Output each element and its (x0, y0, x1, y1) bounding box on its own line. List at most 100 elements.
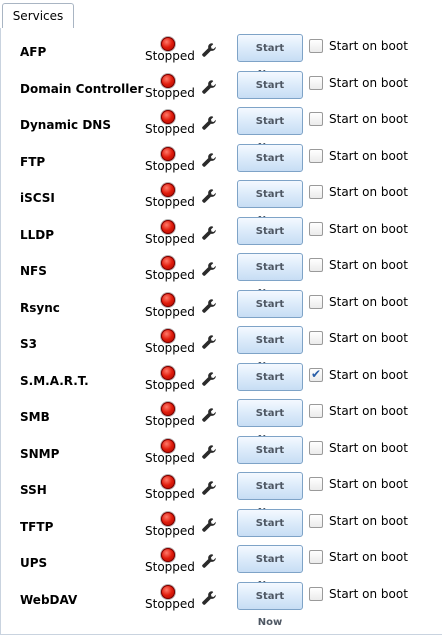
start-on-boot-checkbox[interactable]: ✔ (309, 367, 323, 382)
service-row: FTP Stopped Start Now Start on boot (1, 144, 442, 190)
wrench-icon[interactable] (201, 42, 217, 58)
service-row: iSCSI Stopped Start Now Start on boot (1, 180, 442, 226)
service-name: SNMP (20, 447, 60, 461)
wrench-icon[interactable] (201, 225, 217, 241)
start-on-boot-label[interactable]: Start on boot (329, 113, 408, 125)
service-row: AFP Stopped Start Now Start on boot (1, 34, 442, 80)
start-on-boot-label[interactable]: Start on boot (329, 551, 408, 563)
start-now-button[interactable]: Start Now (237, 180, 303, 226)
start-on-boot-label[interactable]: Start on boot (329, 296, 408, 308)
service-status: Stopped (145, 341, 195, 355)
start-now-button[interactable]: Start Now (237, 290, 303, 336)
start-now-button[interactable]: Start Now (237, 545, 303, 591)
start-on-boot-checkbox[interactable] (309, 222, 323, 236)
service-status: Stopped (145, 159, 195, 173)
service-row: Rsync Stopped Start Now Start on boot (1, 290, 442, 336)
service-name: NFS (20, 264, 47, 278)
wrench-icon[interactable] (201, 334, 217, 350)
tab-bar: Services (0, 0, 442, 29)
wrench-icon[interactable] (201, 444, 217, 460)
start-on-boot-checkbox[interactable] (309, 331, 323, 345)
wrench-icon[interactable] (201, 261, 217, 277)
service-name: SSH (20, 483, 47, 497)
service-name: S.M.A.R.T. (20, 374, 89, 388)
wrench-icon[interactable] (201, 480, 217, 496)
start-on-boot-checkbox[interactable] (309, 258, 323, 272)
service-status: Stopped (145, 122, 195, 136)
service-status: Stopped (145, 560, 195, 574)
service-row: TFTP Stopped Start Now Start on boot (1, 509, 442, 555)
service-row: SMB Stopped Start Now Start on boot (1, 399, 442, 445)
start-now-button[interactable]: Start Now (237, 253, 303, 299)
wrench-icon[interactable] (201, 115, 217, 131)
start-on-boot-checkbox[interactable] (309, 39, 323, 53)
start-on-boot-label[interactable]: Start on boot (329, 588, 408, 600)
service-status: Stopped (145, 232, 195, 246)
service-name: S3 (20, 337, 37, 351)
start-on-boot-checkbox[interactable] (309, 550, 323, 564)
service-name: AFP (20, 45, 47, 59)
service-status: Stopped (145, 86, 195, 100)
wrench-icon[interactable] (201, 298, 217, 314)
service-status: Stopped (145, 268, 195, 282)
start-on-boot-checkbox[interactable] (309, 295, 323, 309)
service-status: Stopped (145, 451, 195, 465)
start-now-button[interactable]: Start Now (237, 326, 303, 372)
start-on-boot-label[interactable]: Start on boot (329, 442, 408, 454)
start-on-boot-label[interactable]: Start on boot (329, 223, 408, 235)
start-now-button[interactable]: Start Now (237, 436, 303, 482)
start-now-button[interactable]: Start Now (237, 34, 303, 80)
service-row: NFS Stopped Start Now Start on boot (1, 253, 442, 299)
service-name: iSCSI (20, 191, 55, 205)
start-now-button[interactable]: Start Now (237, 107, 303, 153)
start-on-boot-checkbox[interactable] (309, 112, 323, 126)
service-status: Stopped (145, 597, 195, 611)
start-now-button[interactable]: Start Now (237, 399, 303, 445)
start-now-button[interactable]: Start Now (237, 363, 303, 409)
service-name: TFTP (20, 520, 54, 534)
start-on-boot-checkbox[interactable] (309, 477, 323, 491)
start-on-boot-label[interactable]: Start on boot (329, 77, 408, 89)
service-status: Stopped (145, 49, 195, 63)
wrench-icon[interactable] (201, 79, 217, 95)
start-now-button[interactable]: Start Now (237, 217, 303, 263)
start-on-boot-label[interactable]: Start on boot (329, 332, 408, 344)
service-status: Stopped (145, 378, 195, 392)
start-on-boot-checkbox[interactable] (309, 441, 323, 455)
start-on-boot-checkbox[interactable] (309, 514, 323, 528)
start-on-boot-checkbox[interactable] (309, 76, 323, 90)
service-name: SMB (20, 410, 50, 424)
wrench-icon[interactable] (201, 590, 217, 606)
wrench-icon[interactable] (201, 553, 217, 569)
service-name: WebDAV (20, 593, 78, 607)
start-on-boot-label[interactable]: Start on boot (329, 515, 408, 527)
wrench-icon[interactable] (201, 517, 217, 533)
start-now-button[interactable]: Start Now (237, 71, 303, 117)
service-name: Domain Controller (20, 82, 144, 96)
start-on-boot-label[interactable]: Start on boot (329, 405, 408, 417)
start-on-boot-label[interactable]: Start on boot (329, 259, 408, 271)
wrench-icon[interactable] (201, 188, 217, 204)
service-row: S.M.A.R.T. Stopped Start Now ✔ Start on boot (1, 363, 442, 409)
start-on-boot-label[interactable]: Start on boot (329, 40, 408, 52)
start-on-boot-label[interactable]: Start on boot (329, 150, 408, 162)
start-now-button[interactable]: Start Now (237, 472, 303, 518)
start-on-boot-checkbox[interactable] (309, 149, 323, 163)
start-on-boot-checkbox[interactable] (309, 404, 323, 418)
service-name: FTP (20, 155, 46, 169)
start-on-boot-label[interactable]: Start on boot (329, 478, 408, 490)
start-now-button[interactable]: Start Now (237, 509, 303, 555)
service-name: UPS (20, 556, 48, 570)
start-on-boot-label[interactable]: Start on boot (329, 369, 408, 381)
wrench-icon[interactable] (201, 152, 217, 168)
start-now-button[interactable]: Start Now (237, 144, 303, 190)
tab-services[interactable]: Services (2, 3, 74, 28)
wrench-icon[interactable] (201, 407, 217, 423)
start-on-boot-checkbox[interactable] (309, 185, 323, 199)
start-now-button[interactable]: Start Now (237, 582, 303, 628)
checkmark-icon: ✔ (311, 367, 322, 381)
wrench-icon[interactable] (201, 371, 217, 387)
service-row: SNMP Stopped Start Now Start on boot (1, 436, 442, 482)
start-on-boot-checkbox[interactable] (309, 587, 323, 601)
start-on-boot-label[interactable]: Start on boot (329, 186, 408, 198)
